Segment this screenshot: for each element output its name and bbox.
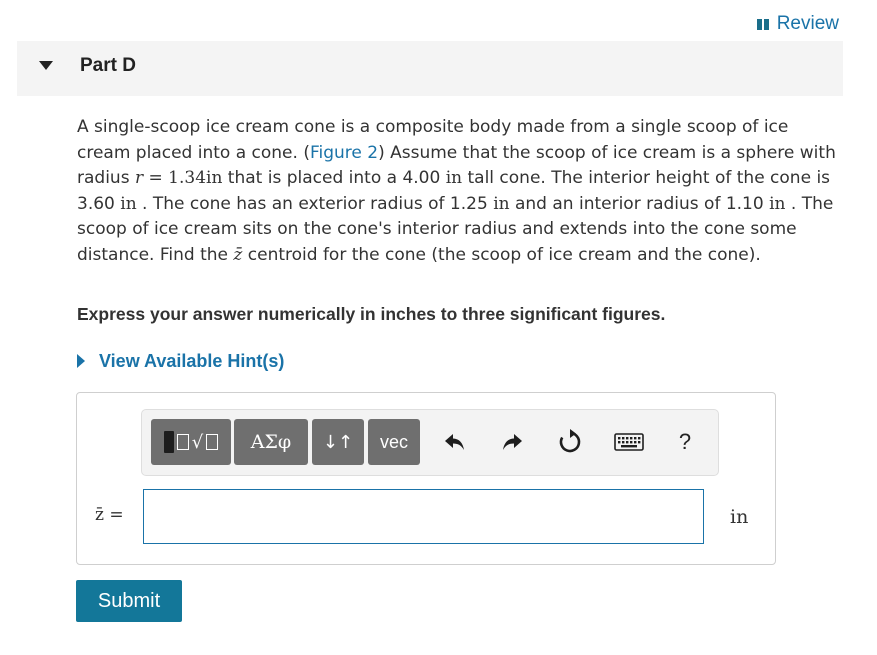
expand-caret-icon [77,354,85,368]
reset-icon[interactable] [555,428,585,456]
keyboard-icon[interactable] [612,428,646,456]
submit-button[interactable]: Submit [76,580,182,622]
arrows-button[interactable]: ↓↑ [312,419,364,465]
answer-instruction: Express your answer numerically in inche… [77,304,666,324]
answer-box: √ ΑΣφ ↓↑ vec ? z̄ = in [76,392,776,565]
view-hints-toggle[interactable]: View Available Hint(s) [77,349,284,373]
answer-unit-label: in [730,506,749,528]
answer-input[interactable] [143,489,704,544]
part-header[interactable]: Part D [17,41,843,96]
templates-icon: √ [163,431,219,453]
figure-link[interactable]: Figure 2 [310,143,378,163]
review-icon [756,18,769,30]
review-label: Review [776,13,839,34]
templates-button[interactable]: √ [151,419,231,465]
help-button[interactable]: ? [670,428,700,456]
undo-icon[interactable] [440,428,470,456]
review-link[interactable]: Review [756,13,839,35]
math-toolbar: √ ΑΣφ ↓↑ vec ? [141,409,719,476]
greek-symbols-button[interactable]: ΑΣφ [234,419,308,465]
part-title: Part D [80,55,136,76]
collapse-caret-icon[interactable] [39,61,53,70]
redo-icon[interactable] [497,428,527,456]
answer-variable-label: z̄ = [95,505,124,525]
problem-statement: A single-scoop ice cream cone is a compo… [77,117,836,265]
vector-button[interactable]: vec [368,419,420,465]
hint-label: View Available Hint(s) [99,350,285,371]
